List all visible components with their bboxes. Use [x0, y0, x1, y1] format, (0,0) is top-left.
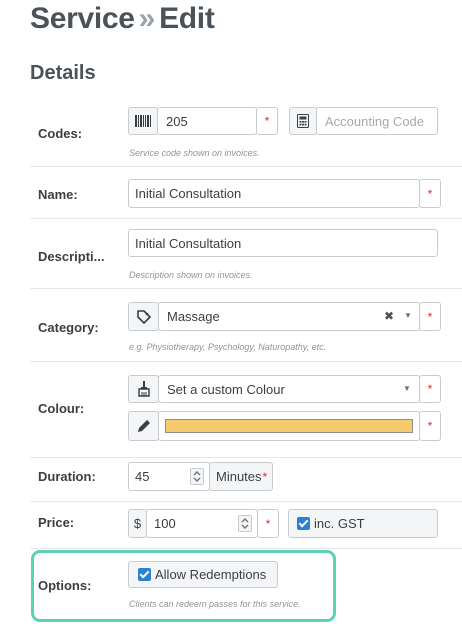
codes-label: Codes: [38, 126, 83, 141]
accounting-code-placeholder: Accounting Code [325, 114, 425, 129]
duration-unit-label: Minutes [216, 469, 262, 484]
options-label: Options: [38, 578, 92, 593]
duration-value: 45 [135, 469, 150, 484]
service-code-value: 205 [166, 114, 188, 129]
name-value: Initial Consultation [135, 186, 242, 201]
stepper-icon[interactable] [238, 515, 252, 532]
tag-icon [128, 302, 159, 331]
checkbox-checked-icon[interactable] [138, 568, 151, 581]
colour-value: Set a custom Colour [167, 382, 285, 397]
price-input[interactable]: 100 [146, 509, 258, 538]
colour-swatch[interactable] [165, 419, 413, 433]
barcode-icon [128, 107, 158, 135]
duration-input[interactable]: 45 [128, 462, 210, 491]
required-marker: * [419, 179, 441, 208]
codes-help: Service code shown on invoices. [129, 148, 260, 158]
section-title: Details [30, 62, 96, 84]
name-input[interactable]: Initial Consultation [128, 179, 420, 208]
required-marker: * [419, 411, 441, 441]
divider [30, 457, 462, 458]
divider [30, 218, 462, 219]
category-select[interactable]: Massage ✖ ▼ [158, 302, 420, 331]
divider [30, 361, 462, 362]
required-marker: * [419, 375, 441, 403]
accounting-code-input[interactable]: Accounting Code [316, 107, 438, 135]
currency-symbol: $ [133, 516, 142, 531]
options-help: Clients can redeem passes for this servi… [129, 599, 301, 609]
gst-label: inc. GST [314, 516, 365, 531]
gst-checkbox[interactable]: inc. GST [288, 509, 438, 538]
category-label: Category: [38, 320, 99, 335]
required-marker: * [256, 107, 278, 135]
page-title: Service» Edit [30, 2, 215, 35]
allow-redemptions-label: Allow Redemptions [155, 567, 267, 582]
currency-addon: $ [128, 509, 147, 538]
checkbox-checked-icon[interactable] [297, 517, 310, 530]
name-label: Name: [38, 187, 78, 202]
calculator-icon [289, 107, 317, 135]
colour-select[interactable]: Set a custom Colour ▼ [158, 375, 420, 403]
duration-unit: Minutes * [209, 462, 273, 491]
colour-picker[interactable] [158, 411, 420, 441]
required-marker: * [419, 302, 441, 331]
colour-label: Colour: [38, 401, 85, 416]
allow-redemptions-checkbox[interactable]: Allow Redemptions [128, 561, 278, 588]
price-value: 100 [154, 516, 176, 531]
description-value: Initial Consultation [135, 236, 242, 251]
description-input[interactable]: Initial Consultation [128, 229, 438, 257]
clear-icon[interactable]: ✖ [384, 309, 394, 323]
required-marker: * [262, 469, 268, 484]
description-label: Descripti... [38, 249, 105, 264]
divider [30, 548, 462, 549]
divider [30, 166, 462, 167]
description-help: Description shown on invoices. [129, 270, 253, 280]
required-marker: * [257, 509, 279, 538]
duration-label: Duration: [38, 469, 96, 484]
pencil-icon [128, 411, 159, 441]
price-label: Price: [38, 515, 75, 530]
category-value: Massage [167, 309, 220, 324]
stepper-icon[interactable] [190, 468, 204, 485]
divider [30, 288, 462, 289]
chevron-down-icon[interactable]: ▼ [403, 384, 411, 393]
category-help: e.g. Physiotherapy, Psychology, Naturopa… [129, 342, 327, 352]
paint-brush-icon [128, 375, 159, 403]
chevron-down-icon[interactable]: ▼ [404, 311, 412, 320]
divider [30, 501, 462, 502]
service-code-input[interactable]: 205 [157, 107, 257, 135]
